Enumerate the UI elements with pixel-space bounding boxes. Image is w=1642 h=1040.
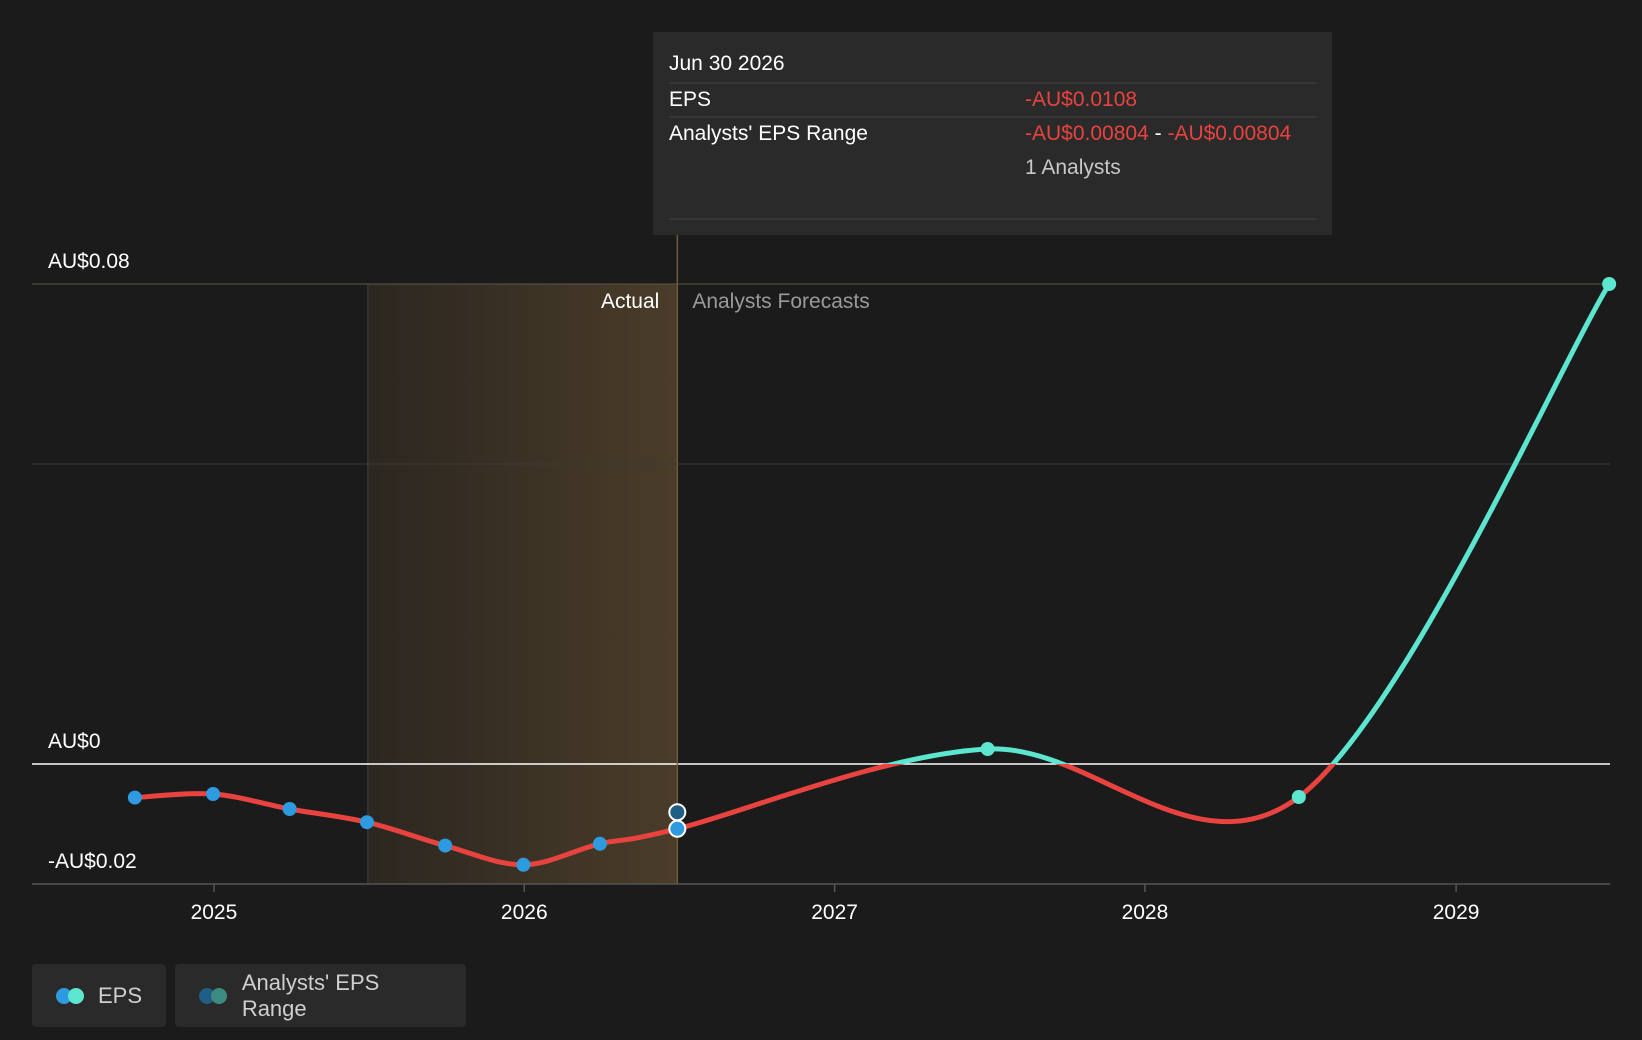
eps-actual-point	[438, 838, 453, 853]
eps-line-negative	[132, 764, 1337, 868]
tooltip-eps-value: -AU$0.0108	[1025, 88, 1137, 111]
eps-points	[127, 277, 1617, 872]
x-tick-label: 2026	[501, 901, 548, 924]
x-tick-labels: 2025 2026 2027 2028 2029	[191, 884, 1480, 924]
legend-eps-label: EPS	[97, 982, 142, 1008]
eps-highlight-point	[668, 819, 687, 838]
x-tick-label: 2028	[1122, 901, 1169, 924]
eps-actual-point	[592, 836, 607, 851]
legend-eps-button[interactable]: EPS	[32, 964, 166, 1027]
analyst-range-point	[668, 803, 687, 822]
x-tick-label: 2027	[811, 901, 858, 924]
eps-forecast-point	[1602, 277, 1617, 291]
eps-legend-icon	[56, 987, 84, 1004]
y-tick-label: -AU$0.02	[48, 850, 137, 873]
y-tick-labels: AU$0.08 AU$0 -AU$0.02	[48, 250, 137, 873]
tooltip-eps-label: EPS	[669, 88, 711, 111]
legend-range-label: Analysts' EPS Range	[241, 969, 380, 1021]
actual-shade	[367, 284, 678, 884]
eps-chart: Actual Analysts Forecasts AU$0.08AU$0-AU…	[32, 32, 1617, 924]
eps-actual-point	[206, 787, 221, 801]
eps-actual-point	[127, 790, 142, 805]
forecast-label: Analysts Forecasts	[692, 290, 869, 313]
range-legend-icon	[199, 987, 228, 1004]
legend-range-button[interactable]: Analysts' EPS Range	[175, 964, 466, 1027]
tooltip-range-label: Analysts' EPS Range	[669, 122, 868, 145]
legend: EPS Analysts' EPS Range	[32, 964, 466, 1027]
tooltip: Jun 30 2026 EPS -AU$0.0108 Analysts' EPS…	[653, 32, 1332, 235]
tooltip-date: Jun 30 2026	[669, 52, 785, 75]
tooltip-range-value: -AU$0.00804 - -AU$0.00804	[1025, 122, 1292, 145]
eps-forecast-point	[1291, 790, 1306, 804]
tooltip-range-high: -AU$0.00804	[1167, 122, 1291, 145]
eps-forecast-point	[980, 742, 995, 756]
eps-actual-point	[282, 802, 297, 816]
x-tick-label: 2029	[1433, 901, 1480, 924]
eps-actual-point	[516, 857, 531, 872]
y-tick-label: AU$0	[48, 730, 101, 753]
y-tick-label: AU$0.08	[48, 250, 130, 273]
tooltip-analysts: 1 Analysts	[1025, 156, 1121, 179]
eps-actual-point	[359, 815, 374, 830]
tooltip-range-low: -AU$0.00804	[1025, 122, 1149, 145]
actual-label: Actual	[601, 290, 659, 313]
eps-line-positive	[883, 281, 1612, 764]
x-tick-label: 2025	[191, 901, 238, 924]
tooltip-range-separator: -	[1149, 122, 1168, 145]
